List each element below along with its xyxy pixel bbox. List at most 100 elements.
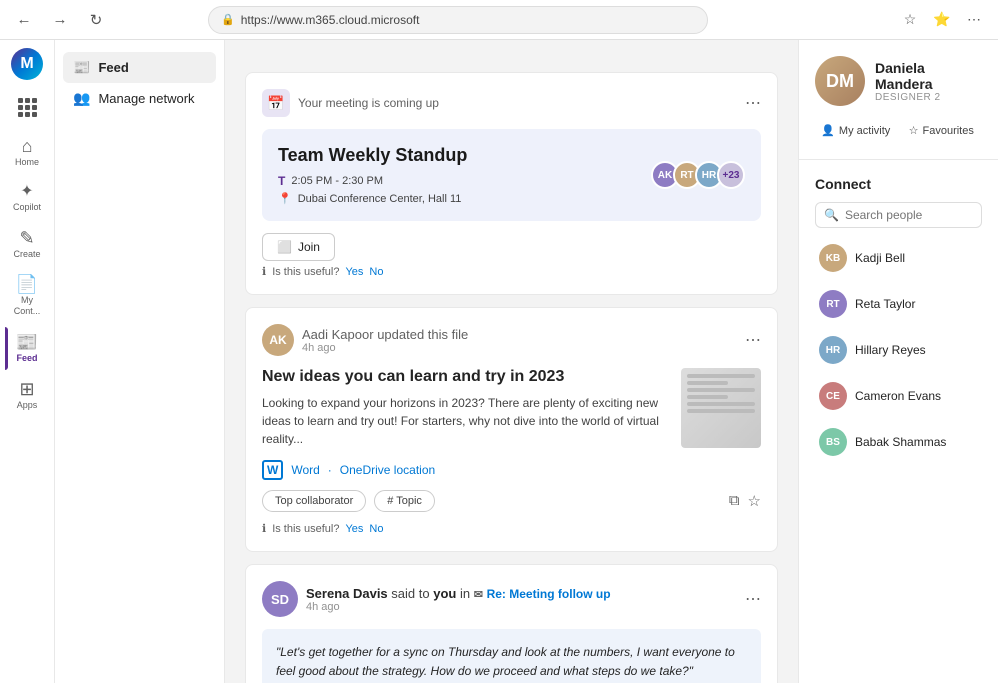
article-meta: W Word · OneDrive location: [262, 460, 761, 480]
star-icon[interactable]: ☆: [748, 492, 761, 510]
message-author-name: Serena Davis said to you in ✉ Re: Meetin…: [306, 586, 737, 601]
article-content: New ideas you can learn and try in 2023 …: [262, 368, 761, 448]
article-text: New ideas you can learn and try in 2023 …: [262, 368, 669, 448]
message-menu-button[interactable]: ⋯: [745, 589, 761, 609]
feedback-yes[interactable]: Yes: [345, 266, 363, 278]
profile-info: Daniela Mandera DESIGNER 2: [875, 60, 982, 103]
nav-item-copilot[interactable]: ✦ Copilot: [5, 178, 49, 219]
email-icon: ✉: [474, 589, 483, 601]
my-content-icon: 📄: [16, 275, 38, 293]
person-babak-shammas[interactable]: BS Babak Shammas: [815, 424, 982, 460]
favourites-tab[interactable]: ☆ Favourites: [901, 118, 983, 143]
url-text: https://www.m365.cloud.microsoft: [241, 13, 420, 27]
favorites-icon[interactable]: ☆: [896, 6, 924, 34]
article-feedback-yes[interactable]: Yes: [345, 523, 363, 535]
article-author-row: AK Aadi Kapoor updated this file 4h ago …: [262, 324, 761, 356]
active-indicator: [5, 327, 8, 370]
feedback-no[interactable]: No: [369, 266, 383, 278]
thumb-line-1: [687, 374, 755, 378]
article-tags: Top collaborator # Topic: [262, 490, 435, 512]
person-avatar-2: RT: [819, 290, 847, 318]
person-hillary-reyes[interactable]: HR Hillary Reyes: [815, 332, 982, 368]
sidebar-item-feed[interactable]: 📰 Feed: [63, 52, 216, 83]
collections-icon[interactable]: ⭐: [928, 6, 956, 34]
article-excerpt: Looking to expand your horizons in 2023?…: [262, 394, 669, 448]
home-icon: ⌂: [22, 137, 33, 155]
main-content: 📰 Feed 👥 Manage network 📅 Your meeting i…: [55, 40, 998, 683]
feed-sidebar-icon: 📰: [73, 59, 90, 76]
nav-item-home[interactable]: ⌂ Home: [5, 131, 49, 174]
article-menu-button[interactable]: ⋯: [745, 330, 761, 350]
meeting-time-row: T 2:05 PM - 2:30 PM: [278, 174, 467, 188]
browser-actions: ☆ ⭐ ⋯: [896, 6, 988, 34]
message-time: 4h ago: [306, 601, 737, 613]
feedback-icon-2: ℹ: [262, 522, 266, 535]
profile-role: DESIGNER 2: [875, 92, 982, 103]
thumb-line-2: [687, 381, 728, 385]
nav-item-my-content[interactable]: 📄 My Cont...: [5, 269, 49, 323]
message-author-row: SD Serena Davis said to you in ✉ Re: Mee…: [262, 581, 761, 617]
message-subject[interactable]: Re: Meeting follow up: [487, 587, 611, 601]
create-icon: ✎: [19, 229, 34, 247]
person-cameron-evans[interactable]: CE Cameron Evans: [815, 378, 982, 414]
thumb-line-5: [687, 402, 755, 406]
back-button[interactable]: ←: [10, 6, 38, 34]
browser-menu-button[interactable]: ⋯: [960, 6, 988, 34]
waffle-icon: [18, 98, 37, 117]
search-people-icon: 🔍: [824, 208, 839, 222]
person-avatar-1: KB: [819, 244, 847, 272]
tag-topic[interactable]: # Topic: [374, 490, 435, 512]
connect-section: Connect 🔍 KB Kadji Bell RT Reta Taylor: [799, 160, 998, 476]
address-bar[interactable]: 🔒 https://www.m365.cloud.microsoft: [208, 6, 708, 34]
article-card: AK Aadi Kapoor updated this file 4h ago …: [245, 307, 778, 552]
attendee-count: +23: [717, 161, 745, 189]
nav-item-feed[interactable]: 📰 Feed: [5, 327, 49, 370]
person-reta-taylor[interactable]: RT Reta Taylor: [815, 286, 982, 322]
feedback-icon: ℹ: [262, 265, 266, 278]
profile-section: DM Daniela Mandera DESIGNER 2 👤 My activ…: [799, 40, 998, 160]
profile-avatar: DM: [815, 56, 865, 106]
word-icon: W: [262, 460, 283, 480]
right-panel: DM Daniela Mandera DESIGNER 2 👤 My activ…: [798, 40, 998, 683]
sidebar-item-manage-network[interactable]: 👥 Manage network: [63, 83, 216, 114]
thumb-line-6: [687, 409, 755, 413]
attendees-avatars: AK RT HR +23: [651, 161, 745, 189]
article-action-icons: ⧉ ☆: [729, 492, 761, 510]
person-avatar-3: HR: [819, 336, 847, 364]
meeting-card: 📅 Your meeting is coming up ⋯ Team Weekl…: [245, 72, 778, 295]
meeting-title: Team Weekly Standup: [278, 145, 467, 166]
activity-tab[interactable]: 👤 My activity: [815, 118, 897, 143]
search-people-input[interactable]: [845, 208, 998, 222]
meeting-menu-button[interactable]: ⋯: [745, 93, 761, 113]
person-avatar-5: BS: [819, 428, 847, 456]
message-quote: "Let's get together for a sync on Thursd…: [262, 629, 761, 683]
nav-rail: M ⌂ Home ✦ Copilot ✎ Create 📄 My Cont...: [0, 40, 55, 683]
article-feedback-no[interactable]: No: [369, 523, 383, 535]
lock-icon: 🔒: [221, 13, 235, 26]
message-card: SD Serena Davis said to you in ✉ Re: Mee…: [245, 564, 778, 683]
manage-network-icon: 👥: [73, 90, 90, 107]
profile-name: Daniela Mandera: [875, 60, 982, 92]
person-kadji-bell[interactable]: KB Kadji Bell: [815, 240, 982, 276]
profile-top: DM Daniela Mandera DESIGNER 2: [815, 56, 982, 106]
meeting-header: 📅 Your meeting is coming up ⋯: [262, 89, 761, 117]
tag-top-collaborator[interactable]: Top collaborator: [262, 490, 366, 512]
search-people[interactable]: 🔍: [815, 202, 982, 228]
waffle-button[interactable]: [12, 92, 43, 123]
author-avatar: AK: [262, 324, 294, 356]
nav-item-create[interactable]: ✎ Create: [5, 223, 49, 266]
people-list: KB Kadji Bell RT Reta Taylor HR Hillary …: [815, 240, 982, 460]
join-button[interactable]: ⬜ Join: [262, 233, 335, 261]
nav-item-apps[interactable]: ⊞ Apps: [5, 374, 49, 417]
share-icon[interactable]: ⧉: [729, 492, 740, 510]
copilot-icon: ✦: [20, 184, 33, 200]
meeting-location-row: 📍 Dubai Conference Center, Hall 11: [278, 192, 467, 205]
message-author-avatar: SD: [262, 581, 298, 617]
meeting-content: Team Weekly Standup T 2:05 PM - 2:30 PM …: [262, 129, 761, 221]
location-icon: 📍: [278, 192, 292, 205]
refresh-button[interactable]: ↻: [82, 6, 110, 34]
author-time: 4h ago: [302, 342, 737, 354]
forward-button[interactable]: →: [46, 6, 74, 34]
app-logo[interactable]: M: [11, 48, 43, 80]
apps-icon: ⊞: [19, 380, 34, 398]
